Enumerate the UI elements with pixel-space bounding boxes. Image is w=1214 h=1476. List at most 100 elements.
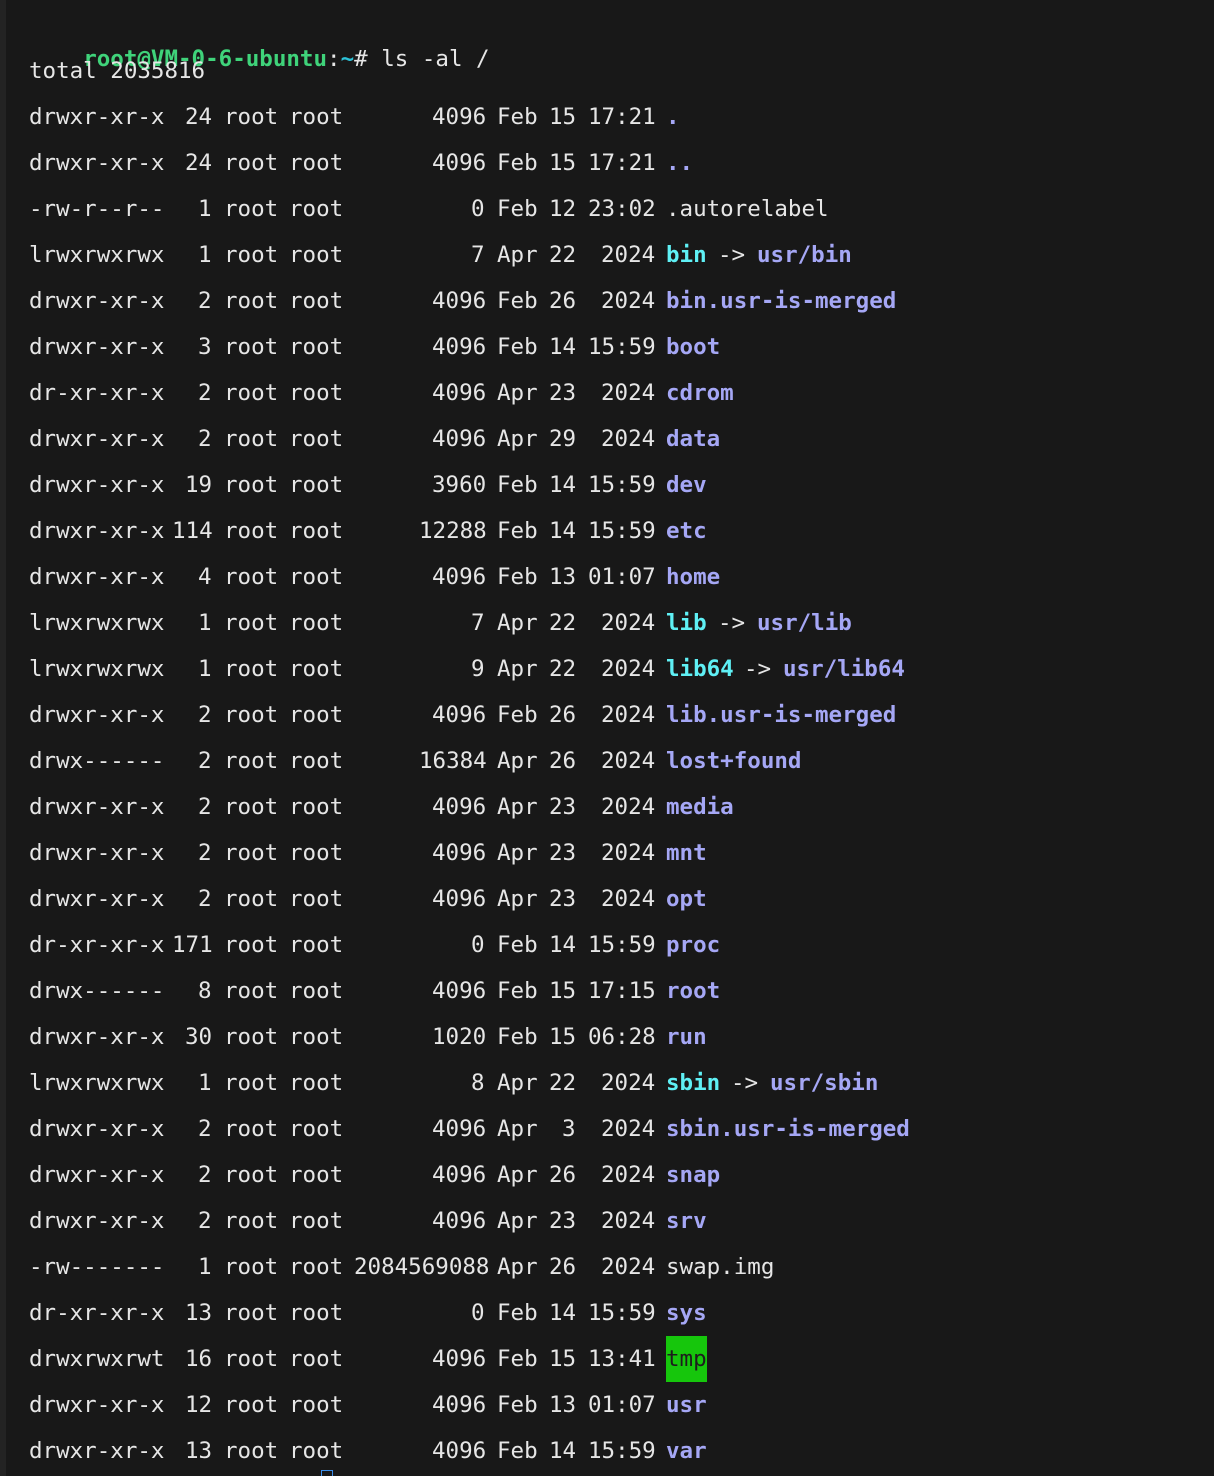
entry-links: 24	[185, 150, 213, 176]
entry-perms: drwxr-xr-x	[29, 104, 165, 130]
entry-time: 2024	[601, 242, 656, 268]
entry-month: Feb	[497, 104, 538, 130]
entry-name[interactable]: sbin.usr-is-merged	[666, 1112, 910, 1146]
entry-name[interactable]: etc	[666, 514, 707, 548]
entry-owner: root	[224, 1116, 279, 1142]
entry-name[interactable]: lib64	[666, 652, 734, 686]
entry-links: 19	[185, 472, 213, 498]
entry-group: root	[289, 472, 344, 498]
entry-name[interactable]: lib	[666, 606, 707, 640]
entry-month: Feb	[497, 1300, 538, 1326]
entry-day: 14	[549, 518, 577, 544]
entry-name[interactable]: cdrom	[666, 376, 734, 410]
entry-name[interactable]: tmp	[666, 1336, 707, 1382]
entry-perms: drwxr-xr-x	[29, 1208, 165, 1234]
entry-owner: root	[224, 242, 279, 268]
entry-owner: root	[224, 1208, 279, 1234]
entry-name[interactable]: usr	[666, 1388, 707, 1422]
entry-time: 17:21	[588, 104, 656, 130]
entry-owner: root	[224, 1392, 279, 1418]
entry-group: root	[289, 1116, 344, 1142]
entry-size: 2084569088	[354, 1254, 490, 1280]
entry-links: 171	[172, 932, 213, 958]
entry-links: 114	[172, 518, 213, 544]
entry-month: Apr	[497, 610, 538, 636]
entry-name[interactable]: lost+found	[666, 744, 801, 778]
symlink-target[interactable]: usr/lib	[757, 606, 852, 640]
entry-links: 1	[198, 1254, 212, 1280]
entry-name[interactable]: run	[666, 1020, 707, 1054]
entry-time: 2024	[601, 702, 656, 728]
entry-time: 2024	[601, 1116, 656, 1142]
entry-perms: drwxr-xr-x	[29, 1392, 165, 1418]
entry-links: 2	[198, 886, 212, 912]
entry-name[interactable]: sys	[666, 1296, 707, 1330]
entry-name[interactable]: sbin	[666, 1066, 720, 1100]
symlink-target[interactable]: usr/lib64	[783, 652, 905, 686]
entry-name[interactable]: ..	[666, 146, 693, 180]
entry-name[interactable]: media	[666, 790, 734, 824]
entry-name[interactable]: srv	[666, 1204, 707, 1238]
entry-links: 13	[185, 1300, 213, 1326]
entry-month: Feb	[497, 150, 538, 176]
entry-perms: drwxr-xr-x	[29, 1162, 165, 1188]
entry-name[interactable]: lib.usr-is-merged	[666, 698, 896, 732]
entry-links: 2	[198, 702, 212, 728]
symlink-target[interactable]: usr/sbin	[770, 1066, 878, 1100]
entry-owner: root	[224, 196, 279, 222]
entry-name[interactable]: .	[666, 100, 680, 134]
entry-month: Apr	[497, 1208, 538, 1234]
entry-name[interactable]: boot	[666, 330, 720, 364]
entry-links: 16	[185, 1346, 213, 1372]
entry-group: root	[289, 1392, 344, 1418]
entry-name[interactable]: snap	[666, 1158, 720, 1192]
entry-day: 22	[549, 656, 577, 682]
entry-perms: lrwxrwxrwx	[29, 656, 165, 682]
entry-time: 06:28	[588, 1024, 656, 1050]
terminal-window[interactable]: root@VM-0-6-ubuntu:~# ls -al / total 203…	[0, 0, 1214, 1476]
entry-time: 15:59	[588, 1438, 656, 1464]
entry-time: 01:07	[588, 1392, 656, 1418]
entry-name[interactable]: var	[666, 1434, 707, 1468]
entry-name[interactable]: bin.usr-is-merged	[666, 284, 896, 318]
entry-name[interactable]: opt	[666, 882, 707, 916]
entry-time: 2024	[601, 1208, 656, 1234]
entry-perms: dr-xr-xr-x	[29, 932, 165, 958]
entry-perms: drwxr-xr-x	[29, 150, 165, 176]
entry-name[interactable]: data	[666, 422, 720, 456]
entry-group: root	[289, 1162, 344, 1188]
entry-owner: root	[224, 794, 279, 820]
entry-size: 4096	[432, 1438, 487, 1464]
symlink-target[interactable]: usr/bin	[757, 238, 852, 272]
entry-name[interactable]: bin	[666, 238, 707, 272]
entry-size: 7	[471, 610, 485, 636]
entry-month: Feb	[497, 1024, 538, 1050]
entry-name[interactable]: dev	[666, 468, 707, 502]
entry-links: 2	[198, 1208, 212, 1234]
entry-month: Feb	[497, 196, 538, 222]
entry-perms: drwxr-xr-x	[29, 1438, 165, 1464]
entry-group: root	[289, 518, 344, 544]
entry-group: root	[289, 702, 344, 728]
entry-owner: root	[224, 426, 279, 452]
entry-day: 26	[549, 1254, 577, 1280]
entry-name[interactable]: mnt	[666, 836, 707, 870]
entry-time: 2024	[601, 1070, 656, 1096]
entry-name[interactable]: home	[666, 560, 720, 594]
entry-time: 2024	[601, 886, 656, 912]
entry-owner: root	[224, 1070, 279, 1096]
entry-name[interactable]: swap.img	[666, 1250, 774, 1284]
entry-owner: root	[224, 1300, 279, 1326]
entry-name[interactable]: proc	[666, 928, 720, 962]
entry-size: 1020	[432, 1024, 487, 1050]
entry-name[interactable]: root	[666, 974, 720, 1008]
entry-owner: root	[224, 932, 279, 958]
entry-group: root	[289, 978, 344, 1004]
entry-size: 4096	[432, 1162, 487, 1188]
entry-group: root	[289, 564, 344, 590]
entry-links: 30	[185, 1024, 213, 1050]
entry-day: 22	[549, 610, 577, 636]
entry-month: Apr	[497, 748, 538, 774]
entry-name[interactable]: .autorelabel	[666, 192, 829, 226]
command-text: ls -al /	[367, 46, 490, 72]
